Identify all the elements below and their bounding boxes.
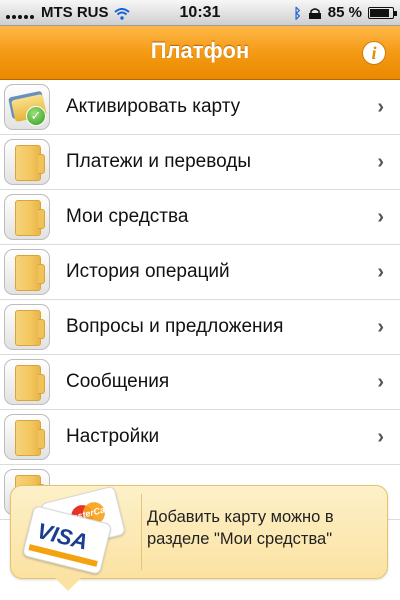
checkmark-icon: ✓ [26,106,46,126]
status-bar: MTS RUS 10:31 ᛒ 85 % [0,0,400,26]
info-button[interactable]: i [362,41,386,65]
lock-icon [308,7,322,19]
battery-percent: 85 % [327,4,362,21]
menu-item[interactable]: Вопросы и предложения › [0,300,400,355]
chevron-right-icon: › [377,96,384,118]
menu-item[interactable]: История операций › [0,245,400,300]
menu-item-label: Сообщения [66,371,170,392]
menu-item-label: Платежи и переводы [66,151,251,172]
chevron-right-icon: › [377,206,384,228]
folder-shape [15,200,45,236]
bluetooth-icon: ᛒ [293,4,302,21]
menu-item[interactable]: Платежи и переводы › [0,135,400,190]
folder-shape [15,255,45,291]
menu-list: ✓ Активировать карту › Платежи и переводы › М… [0,80,400,520]
menu-item-label: Активировать карту [66,96,241,117]
folder-icon [4,139,50,185]
menu-item[interactable]: ✓ Активировать карту › [0,80,400,135]
nav-title: Платфон [150,38,250,63]
folder-shape [15,310,45,346]
navigation-bar: Платфон i [0,26,400,80]
folder-icon [4,304,50,350]
chevron-right-icon: › [377,371,384,393]
folder-icon [4,194,50,240]
menu-item-label: Настройки [66,426,160,447]
battery-level-fill [370,8,389,17]
banner-text: Добавить карту можно в разделе "Мои сред… [147,508,334,548]
banner-divider [141,494,142,570]
chevron-right-icon: › [377,261,384,283]
chevron-right-icon: › [377,426,384,448]
card-check-icon: ✓ [4,84,50,130]
add-card-banner[interactable]: MasterCard VISA Добавить карту можно в р… [10,485,388,591]
folder-shape [15,420,45,456]
menu-item-label: Мои средства [66,206,189,227]
folder-icon [4,414,50,460]
chevron-right-icon: › [377,151,384,173]
status-right: ᛒ 85 % [293,4,397,21]
menu-item[interactable]: Мои средства › [0,190,400,245]
battery-icon [368,6,397,19]
chevron-right-icon: › [377,316,384,338]
folder-icon [4,249,50,295]
folder-shape [15,365,45,401]
menu-item[interactable]: Сообщения › [0,355,400,410]
menu-item[interactable]: Настройки › [0,410,400,465]
menu-item-label: История операций [66,261,230,282]
folder-shape [15,145,45,181]
menu-item-label: Вопросы и предложения [66,316,284,337]
folder-icon [4,359,50,405]
